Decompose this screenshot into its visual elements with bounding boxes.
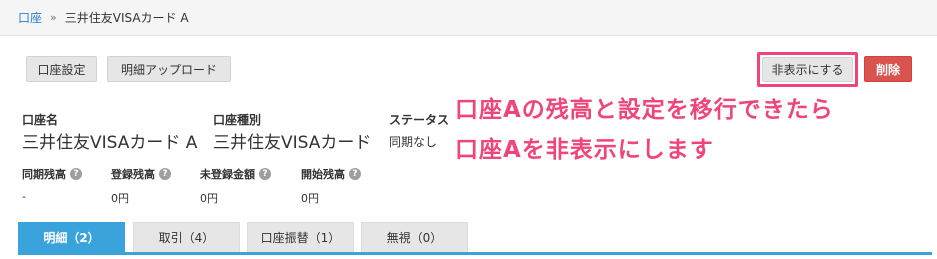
tab-statements[interactable]: 明細（2） [18, 222, 125, 252]
synced-balance-label-text: 同期残高 [22, 168, 66, 181]
help-icon[interactable]: ? [349, 168, 361, 180]
breadcrumb: 口座 » 三井住友VISAカード A [0, 0, 937, 36]
synced-balance-value: - [22, 190, 26, 203]
tab-ignored[interactable]: 無視（0） [361, 222, 468, 252]
breadcrumb-separator: » [50, 11, 57, 24]
opening-balance-label-text: 開始残高 [301, 168, 345, 181]
help-icon[interactable]: ? [259, 168, 271, 180]
status-value: 同期なし [389, 135, 438, 149]
registered-balance-label: 登録残高 ? [111, 166, 171, 182]
unregistered-amount-value: 0円 [200, 192, 218, 205]
synced-balance-label: 同期残高 ? [22, 166, 82, 182]
breadcrumb-root-link[interactable]: 口座 [18, 9, 42, 26]
help-icon[interactable]: ? [159, 168, 171, 180]
annotation-line-2: 口座Aを非表示にします [455, 137, 714, 163]
tab-underline [18, 252, 932, 255]
registered-balance-label-text: 登録残高 [111, 168, 155, 181]
registered-balance-value: 0円 [111, 192, 129, 205]
opening-balance-label: 開始残高 ? [301, 166, 361, 182]
statement-upload-button[interactable]: 明細アップロード [107, 56, 231, 82]
account-name-label: 口座名 [22, 113, 59, 127]
help-icon[interactable]: ? [70, 168, 82, 180]
tab-transfers[interactable]: 口座振替（1） [247, 222, 354, 252]
hide-button-highlight [757, 52, 858, 87]
tab-transactions[interactable]: 取引（4） [133, 222, 240, 252]
annotation-line-1: 口座Aの残高と設定を移行できたら [455, 97, 834, 123]
account-settings-button[interactable]: 口座設定 [26, 56, 97, 82]
status-label: ステータス [389, 113, 450, 127]
unregistered-amount-label: 未登録金額 ? [200, 166, 271, 182]
opening-balance-value: 0円 [301, 192, 319, 205]
account-type-value: 三井住友VISAカード [213, 133, 372, 153]
account-type-label: 口座種別 [213, 113, 262, 127]
delete-button[interactable]: 削除 [864, 56, 912, 82]
breadcrumb-current: 三井住友VISAカード A [64, 11, 189, 25]
unregistered-amount-label-text: 未登録金額 [200, 168, 255, 181]
account-name-value: 三井住友VISAカード A [22, 133, 198, 153]
